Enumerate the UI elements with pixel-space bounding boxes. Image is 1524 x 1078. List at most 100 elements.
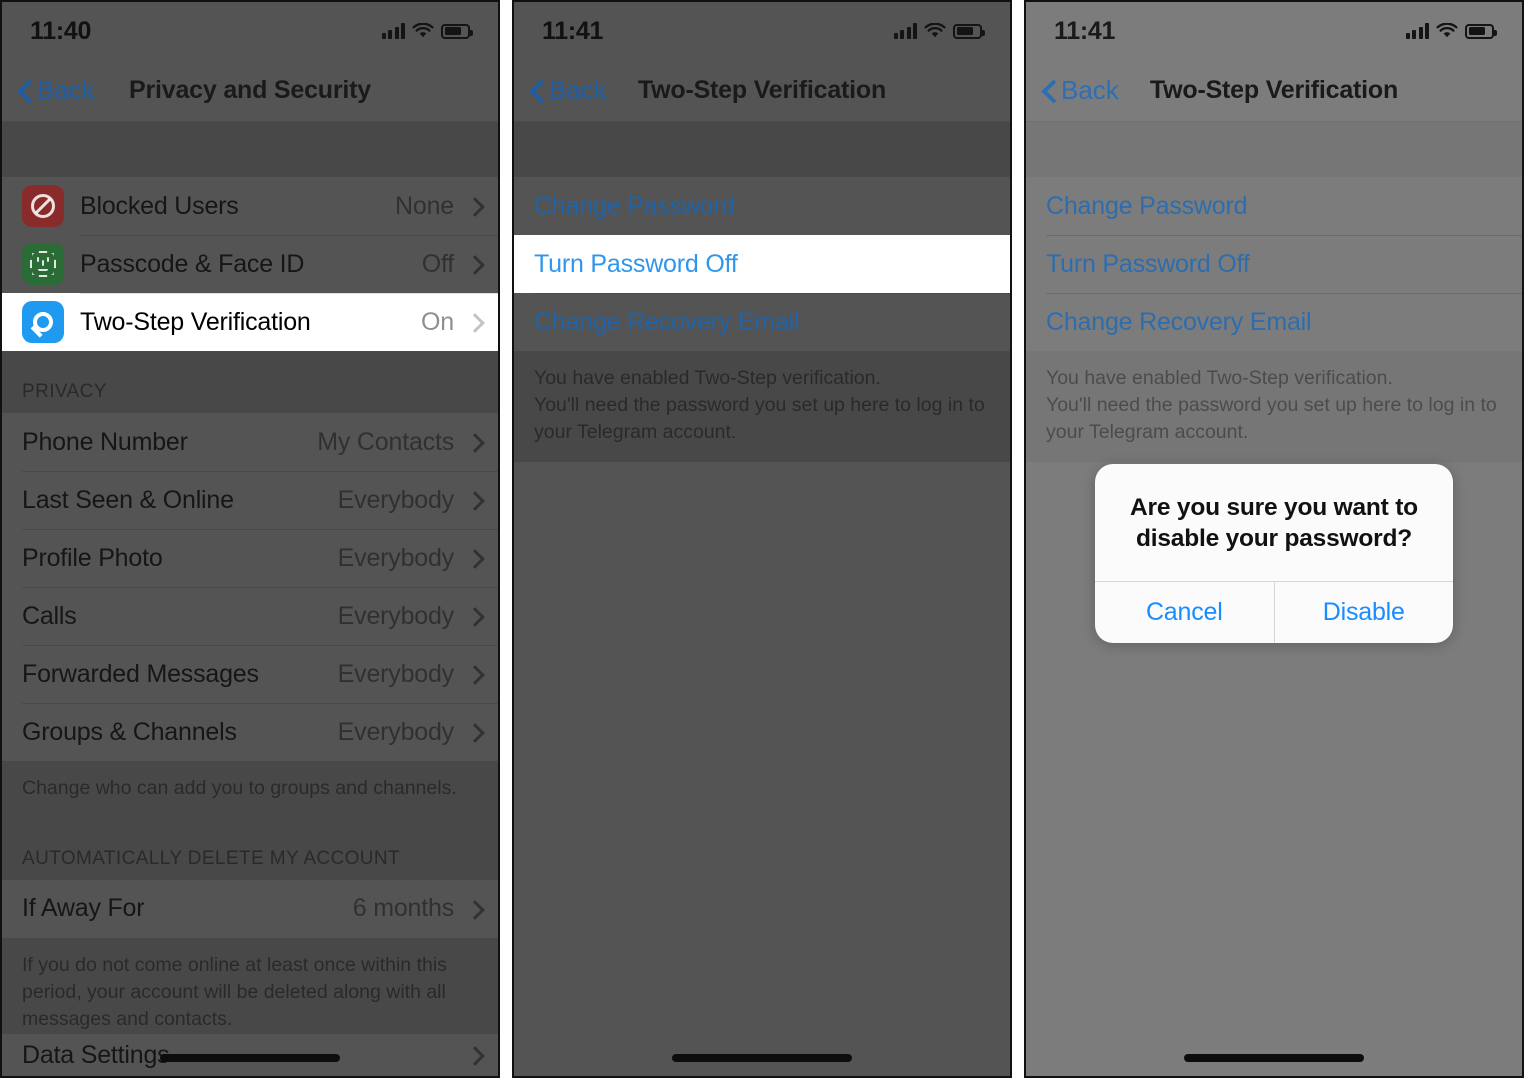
back-button[interactable]: Back	[18, 75, 95, 106]
auto-delete-group: If Away For 6 months	[2, 879, 498, 938]
row-two-step-verification[interactable]: Two-Step Verification On	[2, 293, 498, 351]
cellular-bars-icon	[893, 23, 917, 39]
alert-title: Are you sure you want to disable your pa…	[1130, 494, 1418, 553]
section-header-auto-delete: AUTOMATICALLY DELETE MY ACCOUNT	[22, 847, 401, 869]
row-label: Phone Number	[22, 427, 188, 456]
status-bar: 11:41	[514, 2, 1010, 60]
row-label: Two-Step Verification	[80, 307, 311, 336]
cancel-button[interactable]: Cancel	[1095, 582, 1274, 643]
battery-icon	[441, 23, 473, 39]
back-label: Back	[549, 75, 607, 105]
chevron-left-icon	[1042, 79, 1057, 103]
chevron-right-icon	[468, 432, 480, 452]
row-label: Calls	[22, 601, 77, 630]
row-passcode-face-id[interactable]: Passcode & Face ID Off	[2, 235, 498, 293]
section-footer-two-step: You have enabled Two-Step verification. …	[1026, 351, 1522, 462]
section-header-privacy: PRIVACY	[22, 381, 107, 402]
row-label: Profile Photo	[22, 543, 163, 572]
chevron-left-icon	[530, 79, 545, 103]
back-label: Back	[37, 75, 95, 105]
wifi-icon	[412, 22, 434, 39]
row-profile-photo[interactable]: Profile Photo Everybody	[2, 529, 498, 587]
chevron-right-icon	[468, 312, 480, 332]
row-groups-channels[interactable]: Groups & Channels Everybody	[2, 703, 498, 761]
home-indicator[interactable]	[672, 1054, 852, 1062]
row-label: Groups & Channels	[22, 717, 237, 746]
row-blocked-users[interactable]: Blocked Users None	[2, 177, 498, 235]
row-value: Everybody	[337, 601, 455, 630]
security-group: Blocked Users None Passcode & Face ID Of…	[2, 177, 498, 351]
chevron-right-icon	[468, 722, 480, 742]
chevron-right-icon	[468, 490, 480, 510]
status-clock: 11:41	[542, 16, 604, 45]
chevron-right-icon	[468, 548, 480, 568]
row-label: Blocked Users	[80, 191, 239, 220]
row-phone-number[interactable]: Phone Number My Contacts	[2, 413, 498, 471]
phone-panel-two-step-verification: 11:41 Back Two-Step Verification Change …	[512, 0, 1012, 1078]
link-change-recovery-email[interactable]: Change Recovery Email	[514, 293, 1010, 351]
phone-panel-disable-password-alert: 11:41 Back Two-Step Verification Change …	[1024, 0, 1524, 1078]
link-turn-password-off[interactable]: Turn Password Off	[514, 235, 1010, 293]
screen-two-step-verification: 11:41 Back Two-Step Verification Change …	[514, 2, 1010, 1076]
link-change-recovery-email[interactable]: Change Recovery Email	[1026, 293, 1522, 351]
row-value: None	[395, 191, 454, 220]
status-indicators	[381, 22, 473, 39]
section-footer-two-step: You have enabled Two-Step verification. …	[514, 351, 1010, 462]
phone-panel-privacy-and-security: 11:40 Back Privacy and Security Blocked …	[0, 0, 500, 1078]
section-gap-top	[514, 122, 1010, 177]
row-calls[interactable]: Calls Everybody	[2, 587, 498, 645]
status-clock: 11:40	[30, 16, 92, 45]
status-indicators	[1405, 22, 1497, 39]
section-gap-top	[2, 122, 498, 177]
home-indicator[interactable]	[1184, 1054, 1364, 1062]
status-indicators	[893, 22, 985, 39]
back-button[interactable]: Back	[530, 75, 607, 106]
chevron-left-icon	[18, 79, 33, 103]
chevron-right-icon	[468, 196, 480, 216]
alert-actions: Cancel Disable	[1095, 580, 1454, 643]
row-if-away-for[interactable]: If Away For 6 months	[2, 880, 498, 938]
status-bar: 11:40	[2, 2, 498, 60]
link-change-password[interactable]: Change Password	[1026, 177, 1522, 235]
row-value: Off	[421, 249, 454, 278]
two-step-actions-group: Change Password Turn Password Off Change…	[1026, 177, 1522, 351]
wifi-icon	[1436, 22, 1458, 39]
row-value: My Contacts	[317, 427, 454, 456]
face-id-icon	[22, 243, 64, 285]
cellular-bars-icon	[1405, 23, 1429, 39]
row-value: Everybody	[337, 543, 455, 572]
back-label: Back	[1061, 75, 1119, 105]
nav-bar: Back Privacy and Security	[2, 60, 498, 122]
row-value: Everybody	[337, 659, 455, 688]
row-label: Last Seen & Online	[22, 485, 234, 514]
blocked-users-icon	[22, 185, 64, 227]
three-panel-screenshot: 11:40 Back Privacy and Security Blocked …	[0, 0, 1524, 1078]
link-change-password[interactable]: Change Password	[514, 177, 1010, 235]
chevron-right-icon	[468, 1045, 480, 1065]
row-value: Everybody	[337, 485, 455, 514]
chevron-right-icon	[468, 254, 480, 274]
disable-button[interactable]: Disable	[1273, 581, 1454, 643]
battery-icon	[1465, 23, 1497, 39]
chevron-right-icon	[468, 899, 480, 919]
section-footer-auto-delete: If you do not come online at least once …	[2, 937, 498, 1049]
privacy-group: Phone Number My Contacts Last Seen & Onl…	[2, 413, 498, 761]
status-bar: 11:41	[1026, 2, 1522, 60]
home-indicator[interactable]	[160, 1054, 340, 1062]
disable-password-alert: Are you sure you want to disable your pa…	[1095, 464, 1453, 643]
battery-icon	[953, 23, 985, 39]
back-button[interactable]: Back	[1042, 75, 1119, 106]
cellular-bars-icon	[381, 23, 405, 39]
chevron-right-icon	[468, 606, 480, 626]
row-value: On	[421, 307, 454, 336]
key-icon	[22, 301, 64, 343]
screen-privacy-and-security: 11:40 Back Privacy and Security Blocked …	[2, 2, 498, 1076]
link-turn-password-off[interactable]: Turn Password Off	[1026, 235, 1522, 293]
section-gap-top	[1026, 122, 1522, 177]
nav-bar: Back Two-Step Verification	[1026, 60, 1522, 122]
row-forwarded-messages[interactable]: Forwarded Messages Everybody	[2, 645, 498, 703]
row-value: Everybody	[337, 717, 455, 746]
row-last-seen-online[interactable]: Last Seen & Online Everybody	[2, 471, 498, 529]
two-step-actions-group: Change Password Turn Password Off Change…	[514, 177, 1010, 351]
delete-section-header-area: AUTOMATICALLY DELETE MY ACCOUNT	[2, 817, 498, 880]
